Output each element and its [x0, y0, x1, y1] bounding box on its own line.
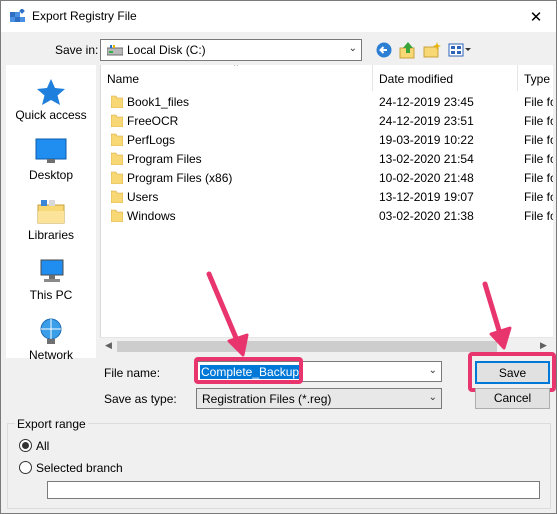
table-row[interactable]: Book1_files 24-12-2019 23:45 File fo — [101, 92, 553, 111]
cancel-button[interactable]: Cancel — [475, 388, 550, 409]
folder-icon — [111, 171, 123, 184]
window-title: Export Registry File — [32, 9, 137, 23]
scroll-right-icon[interactable]: ▶ — [540, 340, 547, 351]
save-in-dropdown[interactable]: Local Disk (C:) ⌄ — [100, 39, 362, 61]
file-name-cell: Users — [127, 190, 159, 204]
folder-icon — [111, 133, 123, 146]
file-name-cell: PerfLogs — [127, 133, 176, 147]
sidebar-item-label: Network — [28, 348, 73, 362]
column-header-date[interactable]: Date modified — [373, 65, 518, 91]
close-icon: ✕ — [529, 8, 543, 26]
file-name-label: File name: — [104, 366, 161, 380]
save-in-label: Save in: — [55, 43, 99, 57]
places-bar: Quick access Desktop Libraries This PC N… — [6, 65, 96, 362]
file-name-cell: FreeOCR — [127, 114, 179, 128]
chevron-down-icon: ⌄ — [428, 392, 437, 403]
new-folder-button[interactable] — [422, 40, 442, 60]
registry-editor-icon — [10, 9, 25, 22]
sidebar-item-label: Libraries — [27, 228, 75, 242]
folder-icon — [111, 190, 123, 203]
quick-access-icon — [37, 79, 65, 105]
date-modified-cell: 13-02-2020 21:54 — [379, 152, 474, 166]
file-list[interactable]: Name ⌃ Date modified Type Book1_files 24-… — [100, 65, 553, 337]
chevron-down-icon: ⌄ — [428, 365, 437, 376]
save-as-type-label: Save as type: — [104, 392, 177, 406]
column-header-label: Name — [107, 72, 140, 86]
table-row[interactable]: Program Files 13-02-2020 21:54 File fo — [101, 149, 553, 168]
selected-branch-radio[interactable] — [19, 461, 32, 474]
table-row[interactable]: Program Files (x86) 10-02-2020 21:48 File … — [101, 168, 553, 187]
scroll-left-icon[interactable]: ◀ — [105, 340, 112, 351]
back-button[interactable] — [374, 40, 394, 60]
all-radio[interactable] — [19, 439, 32, 452]
date-modified-cell: 03-02-2020 21:38 — [379, 209, 474, 223]
selected-branch-input[interactable] — [47, 481, 540, 499]
folder-icon — [111, 209, 123, 222]
file-name-cell: Windows — [127, 209, 176, 223]
local-disk-icon — [107, 45, 123, 56]
table-row[interactable]: Users 13-12-2019 19:07 File fo — [101, 187, 553, 206]
view-menu-button[interactable] — [447, 40, 473, 60]
type-cell: File fo — [524, 133, 553, 147]
sidebar-item-libraries[interactable]: Libraries — [6, 197, 96, 247]
chevron-down-icon: ⌄ — [348, 43, 357, 54]
folder-icon — [111, 114, 123, 127]
network-icon — [40, 318, 62, 344]
column-header-label: Type — [524, 72, 551, 86]
table-row[interactable]: Windows 03-02-2020 21:38 File fo — [101, 206, 553, 225]
file-name-cell: Program Files (x86) — [127, 171, 233, 185]
sidebar-item-network[interactable]: Network — [6, 317, 96, 367]
type-cell: File fo — [524, 190, 553, 204]
date-modified-cell: 13-12-2019 19:07 — [379, 190, 474, 204]
date-modified-cell: 24-12-2019 23:51 — [379, 114, 474, 128]
up-folder-icon — [399, 42, 415, 59]
selected-branch-label[interactable]: Selected branch — [36, 461, 123, 475]
cancel-button-label: Cancel — [493, 391, 532, 405]
type-cell: File fo — [524, 209, 553, 223]
sort-ascending-icon: ⌃ — [232, 65, 240, 72]
view-menu-icon — [448, 43, 471, 57]
sidebar-item-label: Quick access — [15, 108, 87, 122]
new-folder-icon — [423, 42, 441, 58]
type-cell: File fo — [524, 95, 553, 109]
this-pc-icon — [40, 259, 64, 282]
export-range-label: Export range — [15, 417, 88, 431]
sidebar-item-this-pc[interactable]: This PC — [6, 257, 96, 307]
table-row[interactable]: FreeOCR 24-12-2019 23:51 File fo — [101, 111, 553, 130]
file-name-cell: Book1_files — [127, 95, 190, 109]
libraries-icon — [37, 200, 65, 224]
back-icon — [376, 42, 392, 58]
type-cell: File fo — [524, 171, 553, 185]
column-header-name[interactable]: Name ⌃ — [101, 65, 373, 91]
type-cell: File fo — [524, 114, 553, 128]
type-cell: File fo — [524, 152, 553, 166]
date-modified-cell: 10-02-2020 21:48 — [379, 171, 474, 185]
title-bar: Export Registry File ✕ — [1, 1, 556, 32]
annotation-highlight-save — [468, 352, 556, 392]
sidebar-item-label: Desktop — [28, 168, 74, 182]
save-as-type-dropdown[interactable]: Registration Files (*.reg) ⌄ — [196, 388, 442, 409]
date-modified-cell: 19-03-2019 10:22 — [379, 133, 474, 147]
save-in-value: Local Disk (C:) — [127, 43, 206, 57]
sidebar-item-label: This PC — [29, 288, 73, 302]
all-label[interactable]: All — [36, 439, 49, 453]
table-row[interactable]: PerfLogs 19-03-2019 10:22 File fo — [101, 130, 553, 149]
date-modified-cell: 24-12-2019 23:45 — [379, 95, 474, 109]
file-name-cell: Program Files — [127, 152, 202, 166]
sidebar-item-desktop[interactable]: Desktop — [6, 137, 96, 187]
sidebar-item-quick-access[interactable]: Quick access — [6, 77, 96, 127]
column-header-type[interactable]: Type — [518, 65, 553, 91]
scrollbar-thumb[interactable] — [117, 341, 497, 352]
annotation-highlight-filename — [194, 357, 303, 384]
column-header-label: Date modified — [379, 72, 454, 86]
folder-icon — [111, 95, 123, 108]
desktop-icon — [35, 138, 67, 163]
export-registry-dialog: Export Registry File ✕ Save in: Local Di… — [0, 0, 557, 514]
up-folder-button[interactable] — [398, 40, 418, 60]
close-button[interactable]: ✕ — [516, 1, 556, 32]
save-as-type-value: Registration Files (*.reg) — [202, 392, 332, 406]
folder-icon — [111, 152, 123, 165]
